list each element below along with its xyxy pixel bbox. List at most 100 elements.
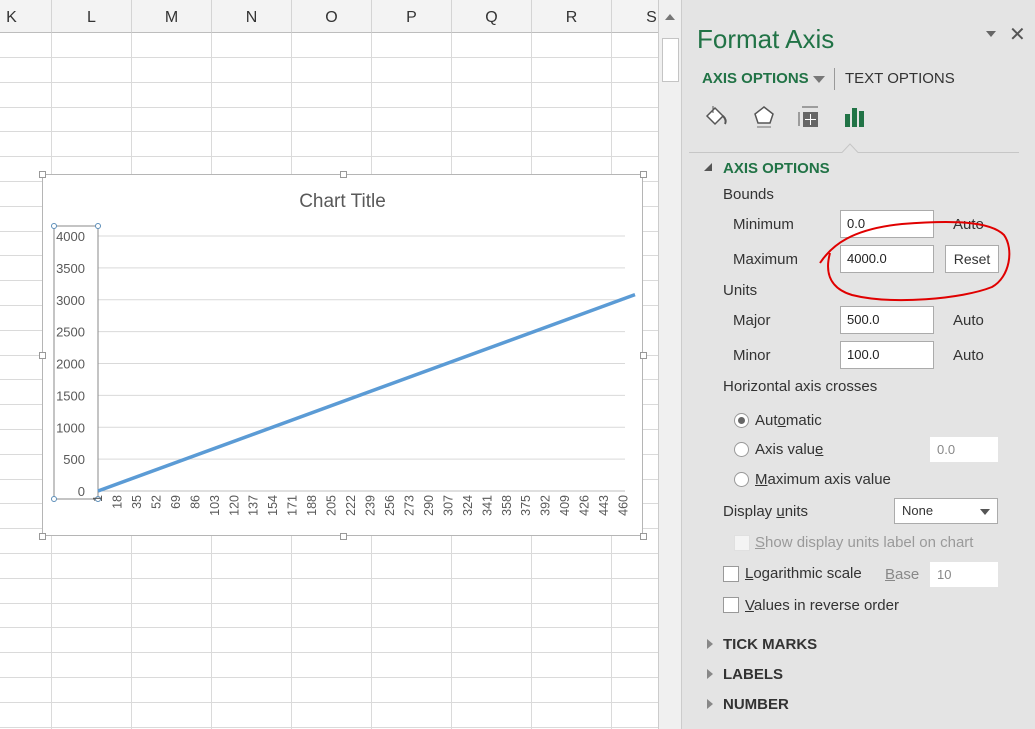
column-header-n[interactable]: N	[212, 0, 292, 33]
base-input[interactable]: 10	[930, 562, 998, 587]
chart-resize-handle[interactable]	[340, 533, 347, 540]
expand-icon[interactable]	[707, 639, 713, 649]
radio-maximum-axis-value-label[interactable]: Maximum axis value	[755, 471, 891, 488]
logarithmic-scale-label[interactable]: Logarithmic scale	[745, 565, 862, 582]
red-annotation-circle	[819, 221, 1011, 302]
chart-resize-handle[interactable]	[39, 533, 46, 540]
section-labels[interactable]: LABELS	[723, 666, 783, 683]
axis-options-icon[interactable]	[844, 106, 866, 128]
pane-options-dropdown-icon[interactable]	[986, 31, 996, 37]
gridline	[0, 727, 658, 728]
chart-resize-handle[interactable]	[39, 352, 46, 359]
logarithmic-scale-checkbox[interactable]	[723, 566, 739, 582]
tab-text-options[interactable]: TEXT OPTIONS	[845, 70, 955, 87]
vertical-scrollbar[interactable]	[658, 0, 682, 729]
x-tick-label: 426	[578, 495, 592, 516]
gridline	[0, 702, 658, 703]
chevron-down-icon[interactable]	[813, 76, 825, 83]
radio-automatic[interactable]	[734, 413, 749, 428]
y-tick-label: 500	[63, 452, 85, 467]
show-display-units-label: Show display units label on chart	[755, 534, 974, 551]
gridline	[0, 677, 658, 678]
y-tick-label: 2000	[56, 357, 85, 372]
x-tick-label: 409	[558, 495, 572, 516]
x-tick-label: 341	[480, 495, 494, 516]
section-axis-options[interactable]: AXIS OPTIONS	[723, 160, 830, 177]
column-header-s[interactable]: S	[612, 0, 658, 33]
units-label: Units	[723, 282, 758, 299]
column-header-m[interactable]: M	[132, 0, 212, 33]
column-header-o[interactable]: O	[292, 0, 372, 33]
axis-value-input[interactable]: 0.0	[930, 437, 998, 462]
chevron-down-icon	[980, 509, 990, 515]
scroll-up-arrow-icon[interactable]	[665, 14, 675, 20]
gridline	[0, 156, 658, 157]
close-icon[interactable]: ✕	[1009, 22, 1026, 47]
series-line	[97, 293, 636, 493]
tab-axis-options[interactable]: AXIS OPTIONS	[702, 70, 809, 87]
size-properties-icon[interactable]	[796, 104, 822, 130]
x-tick-label: 188	[305, 495, 319, 516]
scrollbar-thumb[interactable]	[662, 38, 679, 82]
radio-maximum-axis-value[interactable]	[734, 472, 749, 487]
gridline	[0, 652, 658, 653]
column-header-p[interactable]: P	[372, 0, 452, 33]
values-reverse-order-checkbox[interactable]	[723, 597, 739, 613]
minimum-label: Minimum	[733, 216, 794, 233]
x-tick-label: 35	[130, 495, 144, 509]
chart-resize-handle[interactable]	[640, 352, 647, 359]
x-tick-label: 358	[500, 495, 514, 516]
show-display-units-checkbox[interactable]	[734, 535, 750, 551]
x-tick-label: 154	[266, 495, 280, 516]
x-tick-label: 273	[402, 495, 416, 516]
x-tick-label: 392	[539, 495, 553, 516]
y-tick-label: 1500	[56, 388, 85, 403]
horizontal-axis-crosses-label: Horizontal axis crosses	[723, 378, 878, 395]
radio-axis-value[interactable]	[734, 442, 749, 457]
x-tick-label: 307	[441, 495, 455, 516]
x-tick-label: 52	[149, 495, 163, 509]
chart-resize-handle[interactable]	[340, 171, 347, 178]
section-collapse-icon[interactable]	[704, 163, 712, 171]
radio-automatic-label[interactable]: Automatic	[755, 412, 822, 429]
y-tick-label: 0	[78, 484, 85, 499]
gridline	[0, 578, 658, 579]
x-tick-label: 460	[617, 495, 631, 516]
x-tick-label: 239	[364, 495, 378, 516]
section-tick-marks[interactable]: TICK MARKS	[723, 636, 817, 653]
column-header-r[interactable]: R	[532, 0, 612, 33]
format-axis-pane: Format Axis ✕ AXIS OPTIONS TEXT OPTIONS …	[682, 0, 1035, 729]
tab-separator	[689, 143, 1019, 153]
gridline	[0, 603, 658, 604]
bounds-label: Bounds	[723, 186, 774, 203]
minor-auto-label: Auto	[953, 347, 984, 364]
section-number[interactable]: NUMBER	[723, 696, 789, 713]
major-auto-label: Auto	[953, 312, 984, 329]
column-header-l[interactable]: L	[52, 0, 132, 33]
selection-handle	[95, 223, 101, 229]
expand-icon[interactable]	[707, 669, 713, 679]
plot-area: 0 500 1000 1500 2000 2500 3000 3500 4000 1 18 35 52 6…	[51, 223, 636, 516]
column-header-q[interactable]: Q	[452, 0, 532, 33]
selection-handle	[51, 223, 57, 229]
chart-resize-handle[interactable]	[39, 171, 46, 178]
major-input[interactable]: 500.0	[840, 306, 934, 334]
radio-axis-value-label[interactable]: Axis value	[755, 441, 823, 458]
pane-title: Format Axis	[697, 24, 835, 54]
effects-icon[interactable]	[752, 104, 776, 130]
y-tick-label: 3500	[56, 261, 85, 276]
display-units-select[interactable]: None	[894, 498, 998, 524]
base-label: Base	[885, 566, 920, 583]
x-tick-label: 18	[110, 495, 124, 509]
gridline	[0, 82, 658, 83]
chart[interactable]: Chart Title 0 500 1000 1500 2000 2500 3000 3500…	[39, 171, 647, 540]
column-header-k[interactable]: K	[0, 0, 52, 33]
chart-resize-handle[interactable]	[640, 533, 647, 540]
fill-line-icon[interactable]	[704, 104, 730, 130]
selection-handle	[51, 496, 57, 502]
maximum-label: Maximum	[733, 251, 799, 268]
chart-resize-handle[interactable]	[640, 171, 647, 178]
minor-input[interactable]: 100.0	[840, 341, 934, 369]
expand-icon[interactable]	[707, 699, 713, 709]
values-reverse-order-label[interactable]: Values in reverse order	[745, 597, 899, 614]
